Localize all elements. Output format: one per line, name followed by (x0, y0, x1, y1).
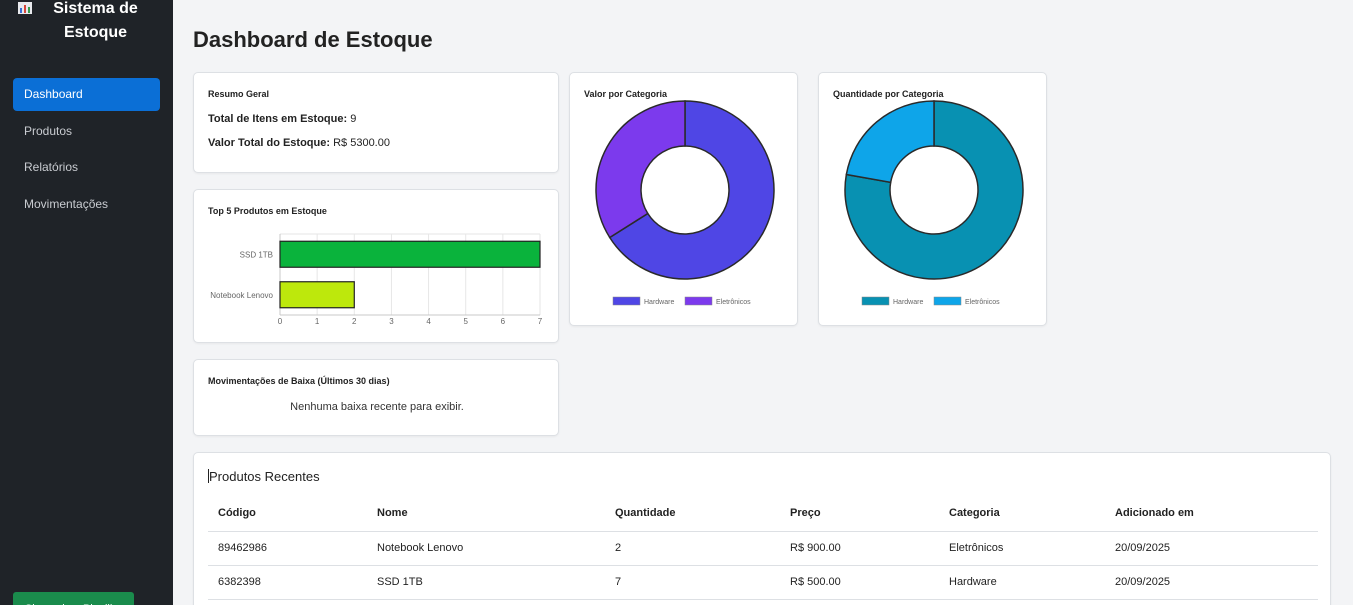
total-value-label: Valor Total do Estoque: (208, 137, 331, 149)
y-tick-label: SSD 1TB (240, 250, 273, 259)
total-value-line: Valor Total do Estoque: R$ 5300.00 (208, 137, 390, 149)
legend-label: Hardware (644, 299, 674, 306)
write-offs-empty-message: Nenhuma baixa recente para exibir. (290, 401, 464, 413)
cell-codigo: 6382398 (208, 565, 367, 600)
recent-products-card: Produtos Recentes Código Nome Quantidade… (193, 452, 1331, 605)
write-offs-title: Movimentações de Baixa (Últimos 30 dias) (208, 376, 390, 386)
legend-swatch (861, 296, 890, 306)
donut-slice (845, 100, 935, 184)
cell-adicionado: 20/09/2025 (1105, 531, 1318, 566)
top5-bar-chart: 0 1 2 3 4 5 6 7 SSD 1TB Notebook Lenovo (210, 233, 543, 326)
total-items-line: Total de Itens em Estoque: 9 (208, 113, 356, 125)
bar (279, 240, 541, 268)
legend-swatch (684, 296, 713, 306)
column-header-adicionado: Adicionado em (1105, 496, 1318, 532)
legend-label: Eletrônicos (716, 299, 751, 306)
sidebar: Sistema de Estoque Dashboard Produtos Re… (0, 0, 173, 605)
cell-codigo: 89462986 (208, 531, 367, 566)
cell-quantidade: 7 (605, 565, 780, 600)
quantity-by-category-card: Quantidade por Categoria Hardware Eletrôn… (818, 72, 1047, 326)
cell-adicionado: 20/09/2025 (1105, 565, 1318, 600)
x-tick-label: 2 (352, 317, 357, 326)
value-by-category-card: Valor por Categoria Hardware Eletrônicos (569, 72, 798, 326)
total-items-value: 9 (350, 113, 357, 125)
table-header-row: Código Nome Quantidade Preço Categoria A… (208, 496, 1318, 532)
cell-quantidade: 2 (605, 531, 780, 566)
cell-nome: SSD 1TB (367, 565, 605, 600)
cell-preco: R$ 500.00 (780, 565, 939, 600)
summary-card: Resumo Geral Total de Itens em Estoque: … (193, 72, 559, 173)
recent-products-table: Código Nome Quantidade Preço Categoria A… (208, 496, 1318, 600)
x-tick-label: 3 (389, 317, 394, 326)
x-tick-label: 5 (463, 317, 468, 326)
x-tick-label: 0 (278, 317, 283, 326)
table-row: 89462986 Notebook Lenovo 2 R$ 900.00 Ele… (208, 531, 1318, 566)
brand: Sistema de Estoque (0, 0, 173, 45)
sidebar-item-movimentacoes[interactable]: Movimentações (13, 188, 160, 221)
brand-title: Sistema de Estoque (53, 0, 138, 41)
sidebar-nav: Dashboard Produtos Relatórios Movimentaç… (13, 78, 160, 224)
legend-label: Hardware (893, 299, 923, 306)
x-tick-label: 6 (501, 317, 506, 326)
x-tick-label: 7 (538, 317, 543, 326)
total-value-value: R$ 5300.00 (333, 137, 390, 149)
quantity-by-category-chart: Hardware Eletrônicos (844, 100, 1024, 306)
column-header-nome: Nome (367, 496, 605, 532)
cell-categoria: Hardware (939, 565, 1105, 600)
y-tick-label: Notebook Lenovo (210, 291, 273, 300)
donut-slice (595, 100, 686, 239)
bar-chart-icon (17, 2, 32, 14)
legend-label: Eletrônicos (965, 299, 1000, 306)
sidebar-item-relatorios[interactable]: Relatórios (13, 151, 160, 184)
column-header-categoria: Categoria (939, 496, 1105, 532)
x-tick-label: 1 (315, 317, 320, 326)
write-offs-card: Movimentações de Baixa (Últimos 30 dias)… (193, 359, 559, 436)
sidebar-item-dashboard[interactable]: Dashboard (13, 78, 160, 111)
cell-categoria: Eletrônicos (939, 531, 1105, 566)
bar (279, 281, 355, 309)
column-header-quantidade: Quantidade (605, 496, 780, 532)
legend-swatch (612, 296, 641, 306)
recent-products-title-text: Produtos Recentes (209, 469, 320, 484)
sync-spreadsheet-button[interactable]: Sincronizar Planilha (13, 592, 134, 605)
column-header-preco: Preço (780, 496, 939, 532)
cell-nome: Notebook Lenovo (367, 531, 605, 566)
top5-card: Top 5 Produtos em Estoque 0 1 2 3 4 5 6 7 SSD 1T… (193, 189, 559, 343)
sidebar-item-produtos[interactable]: Produtos (13, 115, 160, 148)
recent-products-title: Produtos Recentes (208, 469, 320, 484)
summary-title: Resumo Geral (208, 89, 270, 99)
x-tick-label: 4 (426, 317, 431, 326)
legend-swatch (933, 296, 962, 306)
value-by-category-chart: Hardware Eletrônicos (595, 100, 775, 306)
total-items-label: Total de Itens em Estoque: (208, 113, 348, 125)
cell-preco: R$ 900.00 (780, 531, 939, 566)
column-header-codigo: Código (208, 496, 367, 532)
page-title: Dashboard de Estoque (193, 27, 433, 52)
table-row: 6382398 SSD 1TB 7 R$ 500.00 Hardware 20/… (208, 565, 1318, 600)
